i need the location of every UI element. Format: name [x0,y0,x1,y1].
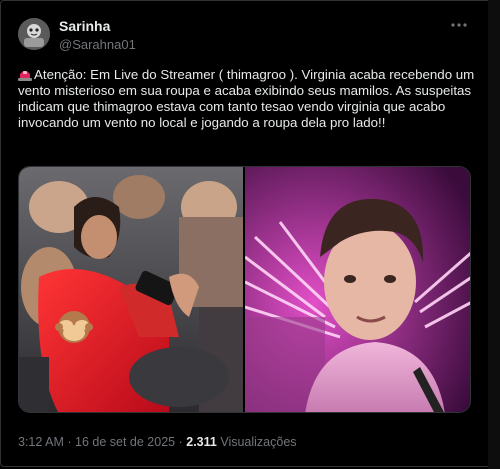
media-grid[interactable] [18,166,471,413]
scrollbar[interactable] [488,0,500,469]
more-dots-icon[interactable] [449,15,469,35]
siren-icon [18,68,32,81]
tweet-meta: 3:12 AM · 16 de set de 2025 · 2.311 Visu… [18,435,297,449]
views-count: 2.311 [186,435,217,449]
photo-crowd[interactable] [19,167,243,412]
tweet-text: Atenção: Em Live do Streamer ( thimagroo… [18,67,484,131]
author-name[interactable]: Sarinha [59,18,110,34]
avatar[interactable] [18,18,50,50]
tweet-card: Sarinha @Sarahna01 Atenção: Em Live do S… [0,0,498,467]
tweet-time[interactable]: 3:12 AM [18,435,64,449]
photo-streamer[interactable] [244,167,470,412]
tweet-body: Atenção: Em Live do Streamer ( thimagroo… [18,67,475,130]
meta-separator: · [178,435,183,449]
tweet-date[interactable]: 16 de set de 2025 [75,435,175,449]
meta-separator: · [67,435,72,449]
views-label: Visualizações [220,435,297,449]
author-handle[interactable]: @Sarahna01 [59,37,136,52]
